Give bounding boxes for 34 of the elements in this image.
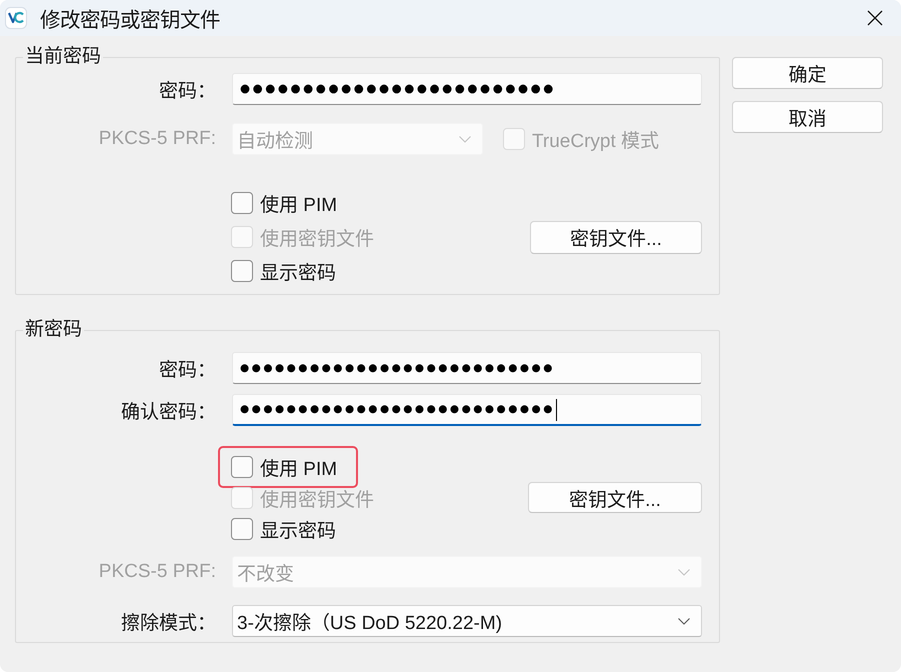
chevron-down-icon xyxy=(678,618,690,624)
field-label: PKCS-5 PRF: xyxy=(98,128,216,150)
group-title: 当前密码 xyxy=(24,46,102,68)
keyfiles-button[interactable]: 密钥文件... xyxy=(530,220,702,254)
checkbox-label: 显示密码 xyxy=(260,262,336,285)
field-label: 擦除模式： xyxy=(120,612,216,635)
window-title: 修改密码或密钥文件 xyxy=(40,8,220,33)
close-icon xyxy=(867,10,883,26)
app-logo-icon xyxy=(5,7,27,29)
checkbox-label: 使用 PIM xyxy=(260,458,338,480)
checkbox-label: 显示密码 xyxy=(260,520,336,542)
checkbox-label: 使用密钥文件 xyxy=(260,488,374,512)
dropdown[interactable]: 3-次擦除（US DoD 5220.22-M) xyxy=(232,605,702,637)
group-title: 新密码 xyxy=(24,319,83,341)
checkbox-label: 使用密钥文件 xyxy=(260,228,374,251)
chevron-down-icon xyxy=(678,568,690,576)
field-label: PKCS-5 PRF: xyxy=(98,561,216,583)
checkbox-label: 使用 PIM xyxy=(260,194,338,217)
checkbox[interactable] xyxy=(231,518,253,540)
chevron-down-icon xyxy=(459,136,471,142)
checkbox[interactable] xyxy=(231,192,253,214)
checkbox-label: TrueCrypt 模式 xyxy=(532,130,660,153)
text-cursor-icon xyxy=(556,398,557,420)
field-label: 密码： xyxy=(158,80,216,103)
keyfiles-button[interactable]: 密钥文件... xyxy=(528,482,702,513)
password-field[interactable]: ●●●●●●●●●●●●●●●●●●●●●●●●● xyxy=(232,73,702,105)
password-field[interactable]: ●●●●●●●●●●●●●●●●●●●●●●●●●●● xyxy=(232,394,702,426)
field-label: 密码： xyxy=(158,359,216,382)
dialog-button[interactable]: 确定 xyxy=(732,57,883,89)
password-field[interactable]: ●●●●●●●●●●●●●●●●●●●●●●●●●●● xyxy=(232,352,702,384)
dialog-button[interactable]: 取消 xyxy=(732,101,883,133)
field-label: 确认密码： xyxy=(120,401,216,424)
checkbox[interactable] xyxy=(231,456,253,478)
checkbox[interactable] xyxy=(231,260,253,282)
